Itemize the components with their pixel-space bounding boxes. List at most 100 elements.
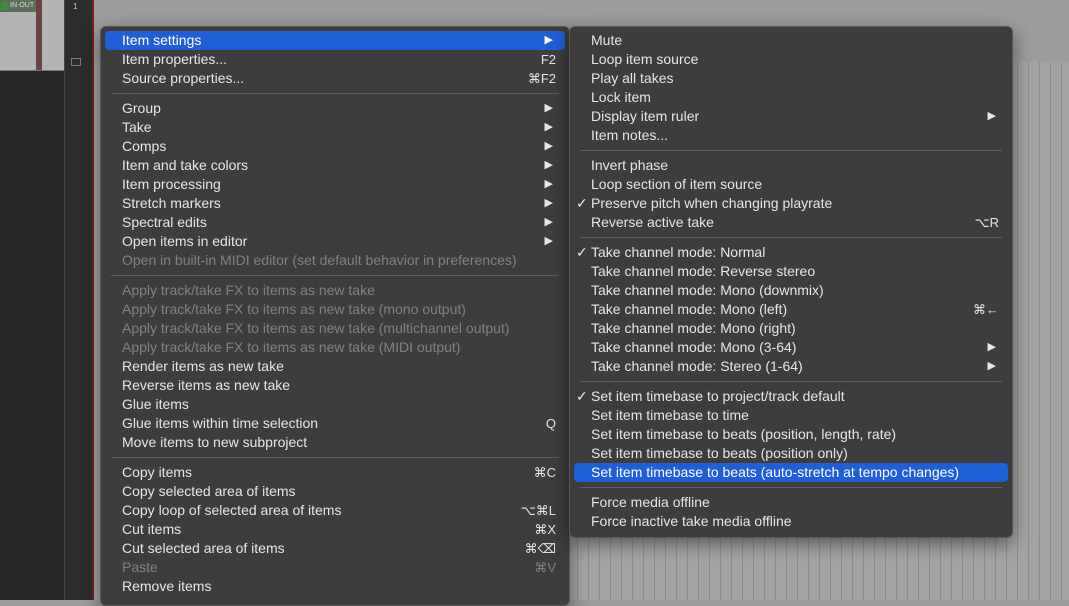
submenu-arrow-icon: ▶ (987, 110, 996, 122)
track-color-strip (36, 0, 42, 70)
folder-icon[interactable] (71, 58, 81, 66)
item-settings-item-take-channel-mode-mono-right[interactable]: Take channel mode: Mono (right) (574, 319, 1008, 338)
item-settings-item-invert-phase[interactable]: Invert phase (574, 156, 1008, 175)
context-menu-item-paste: Paste ⌘V (105, 558, 565, 577)
context-menu-item-glue-items-within-time-selection[interactable]: Glue items within time selection Q (105, 414, 565, 433)
item-settings-item-set-item-timebase-to-time[interactable]: Set item timebase to time (574, 406, 1008, 425)
track-record-arm-icon[interactable] (1, 2, 8, 10)
menu-item-label: Copy items (122, 464, 193, 480)
menu-item-label: Mute (591, 32, 623, 48)
menu-item-label: Take channel mode: Mono (left) (591, 301, 788, 317)
shortcut-label: F2 (540, 52, 556, 67)
item-settings-item-set-item-timebase-to-beats-position-length-rate[interactable]: Set item timebase to beats (position, le… (574, 425, 1008, 444)
menu-item-label: Apply track/take FX to items as new take… (122, 339, 461, 355)
submenu-arrow-icon: ▶ (544, 235, 553, 247)
context-menu-item-item-properties[interactable]: Item properties... F2 (105, 50, 565, 69)
submenu-arrow-icon: ▶ (544, 197, 553, 209)
submenu-arrow-icon: ▶ (544, 102, 553, 114)
context-menu-item-render-items-as-new-take[interactable]: Render items as new take (105, 357, 565, 376)
item-settings-item-item-notes[interactable]: Item notes... (574, 126, 1008, 145)
menu-item-label: Take channel mode: Mono (right) (591, 320, 796, 336)
context-menu-item-stretch-markers[interactable]: Stretch markers ▶ (105, 194, 565, 213)
item-settings-item-lock-item[interactable]: Lock item (574, 88, 1008, 107)
menu-item-label: Take (122, 119, 152, 135)
item-settings-submenu: Mute Loop item source Play all takes Lock i… (569, 26, 1013, 538)
item-settings-item-set-item-timebase-to-project-track-default[interactable]: ✓ Set item timebase to project/track defa… (574, 387, 1008, 406)
context-menu-item-apply-track-take-fx-to-items-as-new-take: Apply track/take FX to items as new take (105, 281, 565, 300)
submenu-arrow-icon: ▶ (987, 341, 996, 353)
item-settings-item-loop-section-of-item-source[interactable]: Loop section of item source (574, 175, 1008, 194)
menu-item-label: Cut selected area of items (122, 540, 285, 556)
item-settings-item-force-inactive-take-media-offline[interactable]: Force inactive take media offline (574, 512, 1008, 531)
item-settings-item-preserve-pitch-when-changing-playrate[interactable]: ✓ Preserve pitch when changing playrate (574, 194, 1008, 213)
track-meter[interactable]: IN·OUT (0, 0, 36, 12)
track-number: 1 (73, 2, 78, 11)
context-menu-item-open-in-built-in-midi-editor-set-default-behavior-: Open in built-in MIDI editor (set defaul… (105, 251, 565, 270)
track-number-column: 1 (64, 0, 95, 600)
context-menu-item-glue-items[interactable]: Glue items (105, 395, 565, 414)
menu-item-label: Paste (122, 559, 158, 575)
menu-item-label: Item processing (122, 176, 221, 192)
item-settings-item-take-channel-mode-mono-left[interactable]: Take channel mode: Mono (left) ⌘← (574, 300, 1008, 319)
menu-item-label: Item properties... (122, 51, 228, 67)
menu-item-label: Lock item (591, 89, 651, 105)
shortcut-label: ⌘← (973, 302, 999, 317)
menu-item-label: Preserve pitch when changing playrate (591, 195, 833, 211)
context-menu-item-cut-selected-area-of-items[interactable]: Cut selected area of items ⌘⌫ (105, 539, 565, 558)
menu-item-label: Set item timebase to time (591, 407, 749, 423)
context-menu-item-group[interactable]: Group ▶ (105, 99, 565, 118)
item-settings-item-take-channel-mode-stereo-1-64[interactable]: Take channel mode: Stereo (1-64) ▶ (574, 357, 1008, 376)
menu-item-label: Open in built-in MIDI editor (set defaul… (122, 252, 517, 268)
menu-item-label: Glue items within time selection (122, 415, 319, 431)
menu-item-label: Take channel mode: Stereo (1-64) (591, 358, 803, 374)
menu-item-label: Source properties... (122, 70, 245, 86)
menu-item-label: Apply track/take FX to items as new take… (122, 320, 510, 336)
item-settings-item-take-channel-mode-reverse-stereo[interactable]: Take channel mode: Reverse stereo (574, 262, 1008, 281)
menu-item-label: Take channel mode: Normal (591, 244, 766, 260)
menu-item-label: Reverse active take (591, 214, 714, 230)
item-settings-item-display-item-ruler[interactable]: Display item ruler ▶ (574, 107, 1008, 126)
context-menu-item-source-properties[interactable]: Source properties... ⌘F2 (105, 69, 565, 88)
item-settings-item-set-item-timebase-to-beats-auto-stretch-at-tempo-c[interactable]: Set item timebase to beats (auto-stretch… (574, 463, 1008, 482)
context-menu-item-comps[interactable]: Comps ▶ (105, 137, 565, 156)
submenu-arrow-icon: ▶ (544, 34, 553, 46)
context-menu-item-open-items-in-editor[interactable]: Open items in editor ▶ (105, 232, 565, 251)
context-menu-item-spectral-edits[interactable]: Spectral edits ▶ (105, 213, 565, 232)
context-menu-item-reverse-items-as-new-take[interactable]: Reverse items as new take (105, 376, 565, 395)
shortcut-label: ⌥⌘L (520, 503, 556, 518)
context-menu-item-item-and-take-colors[interactable]: Item and take colors ▶ (105, 156, 565, 175)
context-menu-item-take[interactable]: Take ▶ (105, 118, 565, 137)
menu-item-label: Group (122, 100, 161, 116)
context-menu-item-apply-track-take-fx-to-items-as-new-take-multichan: Apply track/take FX to items as new take… (105, 319, 565, 338)
context-menu-item-cut-items[interactable]: Cut items ⌘X (105, 520, 565, 539)
shortcut-label: ⌘V (534, 560, 556, 575)
context-menu-item-item-settings[interactable]: Item settings ▶ (105, 31, 565, 50)
menu-item-label: Copy loop of selected area of items (122, 502, 342, 518)
item-settings-item-take-channel-mode-normal[interactable]: ✓ Take channel mode: Normal (574, 243, 1008, 262)
menu-item-label: Loop section of item source (591, 176, 763, 192)
menu-item-label: Apply track/take FX to items as new take (122, 282, 375, 298)
context-menu-item-item-processing[interactable]: Item processing ▶ (105, 175, 565, 194)
item-settings-item-take-channel-mode-mono-downmix[interactable]: Take channel mode: Mono (downmix) (574, 281, 1008, 300)
context-menu-item-remove-items[interactable]: Remove items (105, 577, 565, 596)
item-settings-item-force-media-offline[interactable]: Force media offline (574, 493, 1008, 512)
context-menu-item-copy-loop-of-selected-area-of-items[interactable]: Copy loop of selected area of items ⌥⌘L (105, 501, 565, 520)
submenu-arrow-icon: ▶ (987, 360, 996, 372)
item-settings-item-mute[interactable]: Mute (574, 31, 1008, 50)
checkmark-icon: ✓ (576, 195, 588, 211)
item-settings-item-take-channel-mode-mono-3-64[interactable]: Take channel mode: Mono (3-64) ▶ (574, 338, 1008, 357)
submenu-arrow-icon: ▶ (544, 159, 553, 171)
context-menu-item-copy-selected-area-of-items[interactable]: Copy selected area of items (105, 482, 565, 501)
shortcut-label: ⌘F2 (527, 71, 556, 86)
menu-separator (580, 381, 1002, 382)
item-settings-item-loop-item-source[interactable]: Loop item source (574, 50, 1008, 69)
item-settings-item-play-all-takes[interactable]: Play all takes (574, 69, 1008, 88)
menu-item-label: Take channel mode: Mono (downmix) (591, 282, 824, 298)
context-menu-item-move-items-to-new-subproject[interactable]: Move items to new subproject (105, 433, 565, 452)
shortcut-label: ⌥R (974, 215, 999, 230)
menu-item-label: Loop item source (591, 51, 699, 67)
item-settings-item-set-item-timebase-to-beats-position-only[interactable]: Set item timebase to beats (position onl… (574, 444, 1008, 463)
submenu-arrow-icon: ▶ (544, 178, 553, 190)
item-settings-item-reverse-active-take[interactable]: Reverse active take ⌥R (574, 213, 1008, 232)
context-menu-item-copy-items[interactable]: Copy items ⌘C (105, 463, 565, 482)
